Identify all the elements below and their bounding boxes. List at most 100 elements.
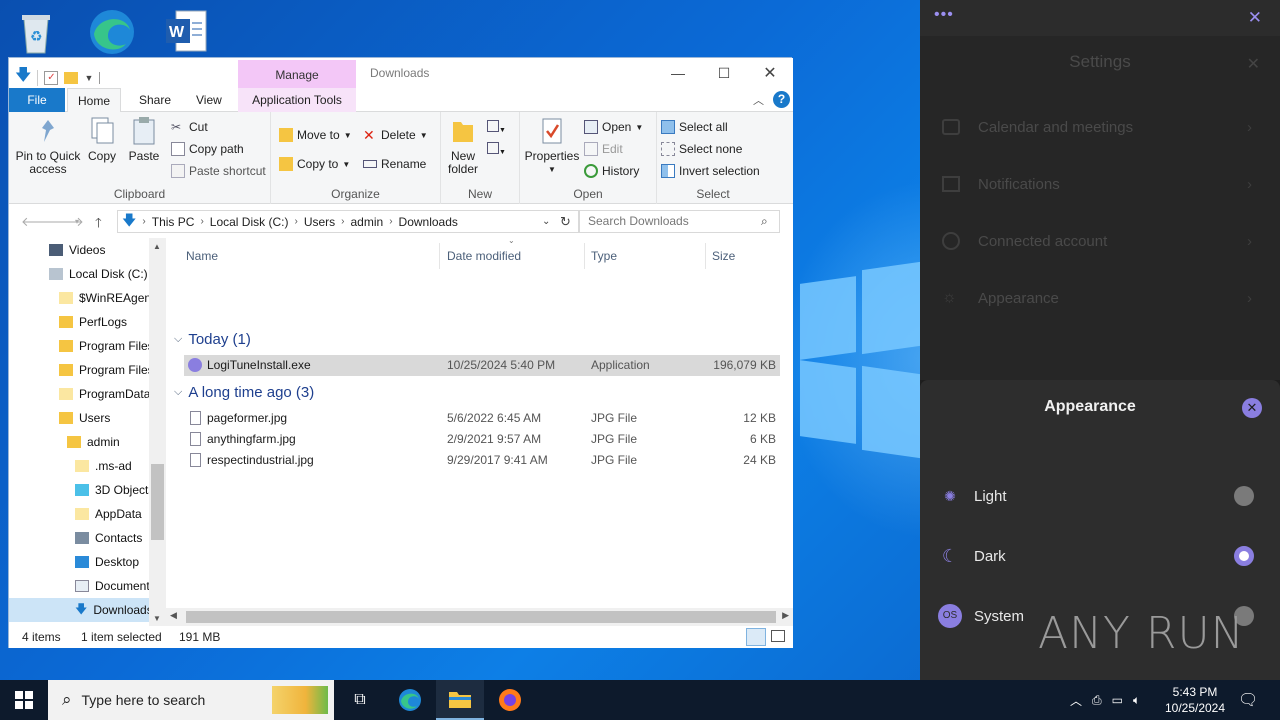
up-arrow-icon[interactable]: 🡑 <box>95 214 102 236</box>
nav-item-winreagent[interactable]: $WinREAgent <box>59 286 154 310</box>
nav-item-3d-objects[interactable]: 3D Objects <box>75 478 154 502</box>
scroll-left-icon[interactable]: ◀ <box>170 610 177 621</box>
address-dropdown-icon[interactable]: ⌄ <box>542 216 550 227</box>
tab-share[interactable]: Share <box>129 88 181 112</box>
more-options-icon[interactable]: ••• <box>934 6 954 24</box>
copy-path-button[interactable]: Copy path <box>171 142 244 156</box>
open-button[interactable]: Open ▼ <box>584 120 643 134</box>
copy-button[interactable]: Copy <box>85 116 119 163</box>
history-button[interactable]: History <box>584 164 639 178</box>
large-icons-view-icon[interactable] <box>771 630 785 642</box>
column-type[interactable]: Type <box>585 243 706 269</box>
nav-item-perflogs[interactable]: PerfLogs <box>59 310 127 334</box>
breadcrumb-downloads[interactable]: Downloads <box>399 215 458 229</box>
close-button[interactable]: ✕ <box>747 58 793 88</box>
nav-item-contacts[interactable]: Contacts <box>75 526 142 550</box>
breadcrumb-admin[interactable]: admin <box>351 215 384 229</box>
delete-button[interactable]: ✕ Delete ▼ <box>363 128 428 142</box>
settings-row-appearance[interactable]: ☼ Appearance › <box>942 278 1262 318</box>
settings-row-account[interactable]: Connected account › <box>942 221 1262 261</box>
down-arrow-icon[interactable]: 🡇 <box>15 64 31 91</box>
nav-item-programdata[interactable]: ProgramData <box>59 382 150 406</box>
address-bar[interactable]: 🡇 › This PC › Local Disk (C:) › Users › adm… <box>117 210 579 233</box>
breadcrumb-local-disk[interactable]: Local Disk (C:) <box>210 215 289 229</box>
taskbar-search[interactable]: ⌕ Type here to search <box>48 680 334 720</box>
settings-close-icon[interactable]: ✕ <box>1247 54 1260 74</box>
start-button[interactable] <box>0 680 48 720</box>
chevron-up-icon[interactable]: ︿ <box>1070 692 1082 709</box>
clock[interactable]: 5:43 PM 10/25/2024 <box>1160 680 1230 720</box>
network-icon[interactable]: ▭ <box>1112 693 1123 707</box>
table-row[interactable]: respectindustrial.jpg 9/29/2017 9:41 AM … <box>184 450 780 471</box>
invert-selection-button[interactable]: Invert selection <box>661 164 760 178</box>
tab-view[interactable]: View <box>186 88 232 112</box>
tab-file[interactable]: File <box>9 88 65 112</box>
new-folder-button[interactable]: New folder <box>443 116 483 176</box>
notification-icon[interactable]: 🗨︎ <box>1238 680 1258 720</box>
collapse-ribbon-icon[interactable]: ︿ <box>753 92 764 108</box>
properties-check-icon[interactable]: ✓ <box>44 70 59 85</box>
taskbar-firefox-icon[interactable] <box>486 680 534 720</box>
task-view-icon[interactable]: ⧉ <box>336 680 384 720</box>
nav-item-program-files[interactable]: Program Files <box>59 334 154 358</box>
maximize-button[interactable]: ☐ <box>701 58 747 88</box>
group-today[interactable]: ⌵ Today (1) <box>174 331 251 348</box>
help-icon[interactable]: ? <box>773 91 790 108</box>
properties-button[interactable]: Properties ▼ <box>522 116 582 176</box>
settings-row-calendar[interactable]: Calendar and meetings › <box>942 107 1262 147</box>
column-date-modified[interactable]: Date modified <box>441 243 585 269</box>
close-icon[interactable]: ✕ <box>1248 8 1262 28</box>
scroll-down-icon[interactable]: ▼ <box>153 614 161 623</box>
nav-item-users[interactable]: Users <box>59 406 110 430</box>
nav-item-local-disk[interactable]: Local Disk (C:) <box>49 262 148 286</box>
cut-button[interactable]: ✂ Cut <box>171 120 208 134</box>
option-dark[interactable]: ☾ Dark <box>938 541 1268 571</box>
new-item-icon[interactable]: ▼ <box>487 120 511 134</box>
radio-dark[interactable] <box>1234 546 1254 566</box>
pin-quick-access-button[interactable]: Pin to Quick access <box>13 116 83 176</box>
nav-item-appdata[interactable]: AppData <box>75 502 142 526</box>
nav-item-desktop[interactable]: Desktop <box>75 550 139 574</box>
tab-home[interactable]: Home <box>67 88 122 113</box>
tab-manage[interactable]: Manage <box>238 60 356 88</box>
refresh-icon[interactable]: ↻ <box>560 214 571 230</box>
details-view-icon[interactable] <box>746 628 766 646</box>
taskbar-explorer-icon[interactable] <box>436 680 484 720</box>
search-input[interactable]: Search Downloads <box>579 210 780 233</box>
table-row[interactable]: pageformer.jpg 5/6/2022 6:45 AM JPG File… <box>184 408 780 429</box>
nav-item-ms-ad[interactable]: .ms-ad <box>75 454 132 478</box>
taskbar-edge-icon[interactable] <box>386 680 434 720</box>
close-sheet-icon[interactable]: ✕ <box>1242 398 1262 418</box>
column-name[interactable]: Name <box>180 243 440 269</box>
volume-icon[interactable]: 🔈︎ <box>1133 693 1140 708</box>
group-older[interactable]: ⌵ A long time ago (3) <box>174 384 314 401</box>
edit-button[interactable]: Edit <box>584 142 623 156</box>
nav-scrollbar[interactable]: ▲ ▼ <box>149 238 166 630</box>
breadcrumb-users[interactable]: Users <box>304 215 335 229</box>
move-to-button[interactable]: Move to ▼ <box>279 128 352 142</box>
word-icon[interactable]: W <box>160 6 212 58</box>
breadcrumb-this-pc[interactable]: This PC <box>152 215 195 229</box>
folder-icon[interactable] <box>64 71 79 84</box>
tab-application-tools[interactable]: Application Tools <box>238 88 356 112</box>
nav-item-program-files-x86[interactable]: Program Files <box>59 358 154 382</box>
select-none-button[interactable]: Select none <box>661 142 742 156</box>
nav-item-documents[interactable]: Documents <box>75 574 156 598</box>
paste-button[interactable]: Paste <box>125 116 163 163</box>
radio-light[interactable] <box>1234 486 1254 506</box>
select-all-button[interactable]: Select all <box>661 120 728 134</box>
settings-row-notifications[interactable]: Notifications › <box>942 164 1262 204</box>
scroll-up-icon[interactable]: ▲ <box>153 242 161 251</box>
device-icon[interactable]: ⎙ <box>1092 693 1102 708</box>
recent-chevron-icon[interactable]: ▾ <box>75 217 79 226</box>
minimize-button[interactable]: — <box>655 58 701 88</box>
scroll-right-icon[interactable]: ▶ <box>782 610 789 621</box>
nav-item-downloads[interactable]: 🡇 Downloads <box>9 598 166 622</box>
nav-item-admin[interactable]: admin <box>67 430 120 454</box>
table-row[interactable]: LogiTuneInstall.exe 10/25/2024 5:40 PM A… <box>184 355 780 376</box>
rename-button[interactable]: Rename <box>363 157 426 171</box>
column-size[interactable]: Size <box>706 243 786 269</box>
edge-icon[interactable] <box>86 6 138 58</box>
chevron-down-icon[interactable]: ▼ <box>84 73 93 83</box>
scroll-thumb[interactable] <box>186 611 776 623</box>
